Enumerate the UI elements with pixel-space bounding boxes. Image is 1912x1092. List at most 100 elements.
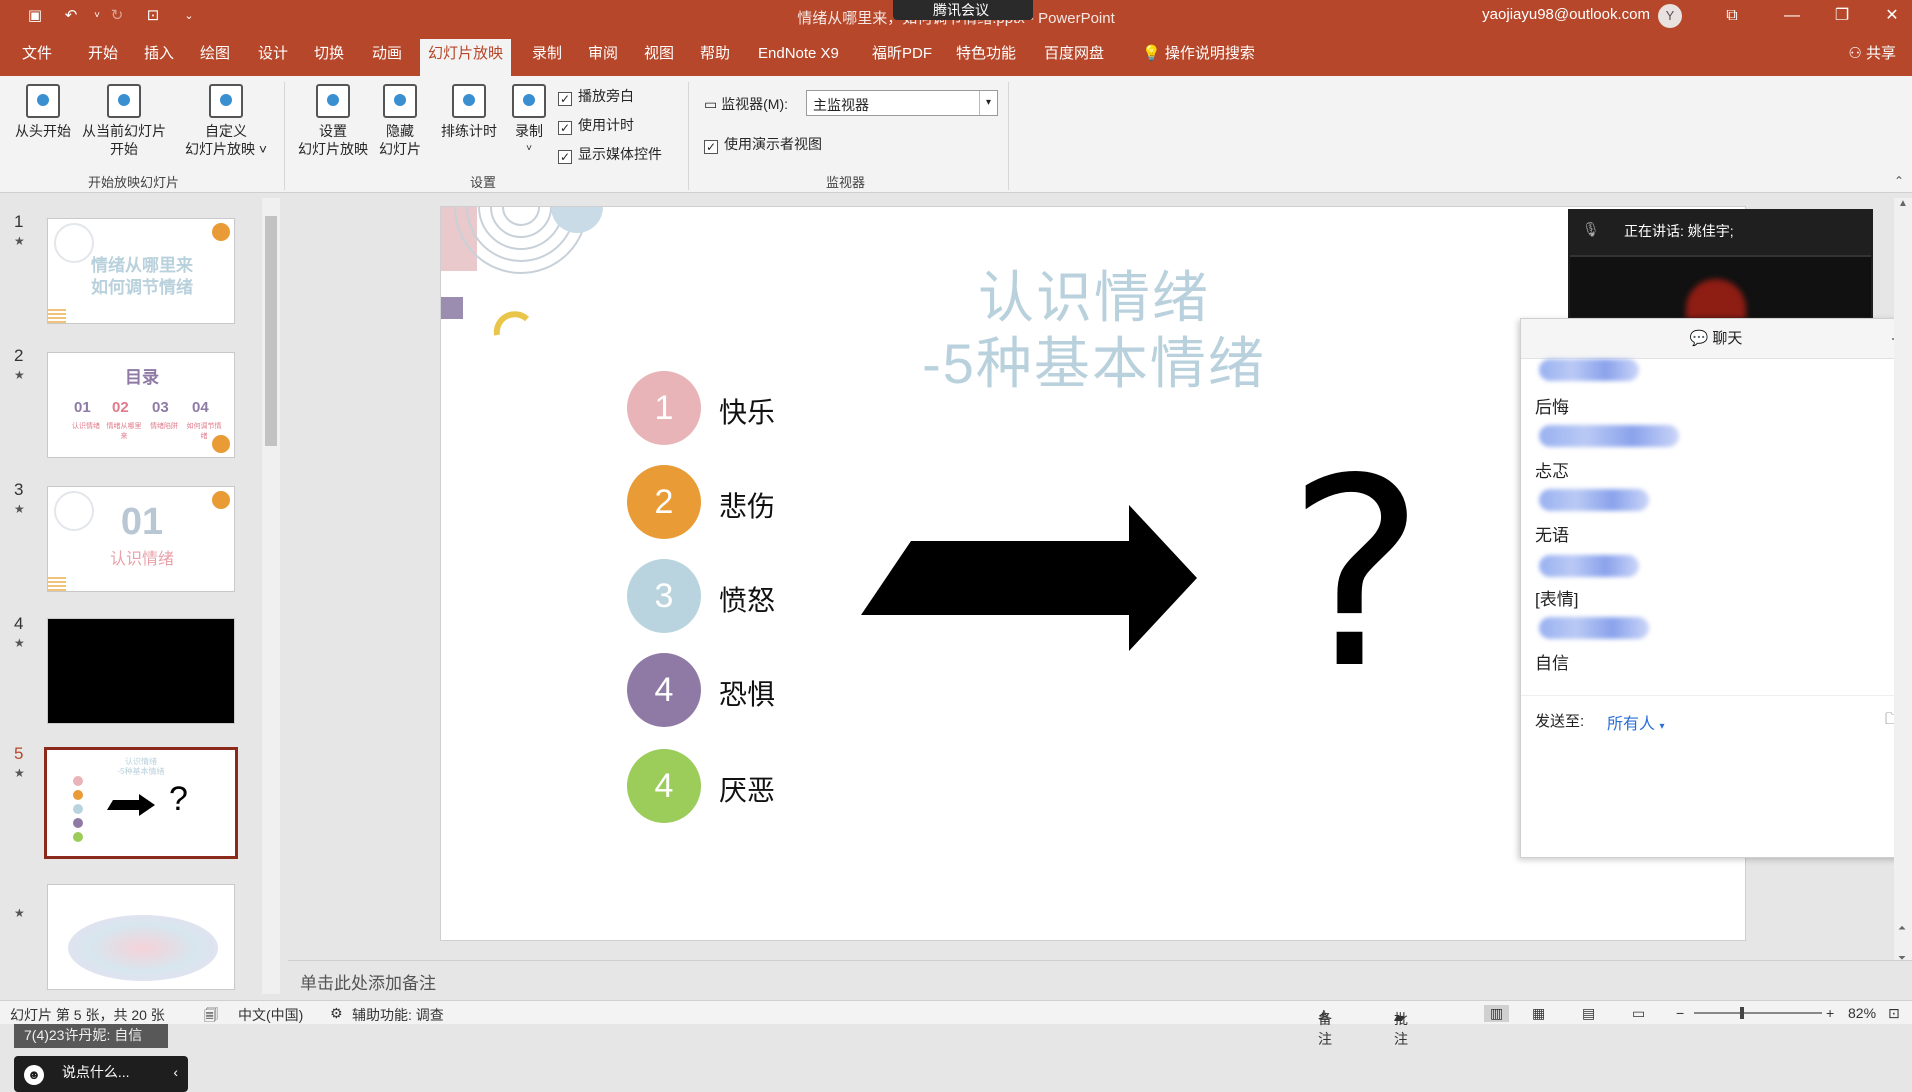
send-to-select[interactable]: 所有人 ▾ <box>1607 710 1665 734</box>
reading-view-icon[interactable]: ▤ <box>1582 1005 1595 1022</box>
slide-thumbnail-4[interactable] <box>47 618 235 724</box>
comment-input-placeholder[interactable]: 说点什么... <box>62 1064 130 1080</box>
thumbnail-scrollbar[interactable] <box>262 198 280 994</box>
tab-help[interactable]: 帮助 <box>692 40 738 68</box>
from-beginning-button[interactable]: 从头开始 <box>8 84 78 140</box>
main-scrollbar[interactable]: ▲ ⏶ ⏷ <box>1894 198 1912 994</box>
emotion-label[interactable]: 愤怒 <box>719 579 775 619</box>
record-dropdown-icon[interactable]: ˅ <box>506 140 552 158</box>
accessibility-status[interactable]: 辅助功能: 调查 <box>352 1005 444 1025</box>
slide-thumbnail-5[interactable]: 认识情绪 -5种基本情绪 ? <box>44 747 238 859</box>
scroll-up-icon[interactable]: ▲ <box>1898 198 1908 209</box>
custom-label-2: 幻灯片放映 ˅ <box>184 141 268 157</box>
chat-input[interactable] <box>1531 744 1903 844</box>
avatar[interactable]: Y <box>1658 4 1682 28</box>
check-icon: ✓ <box>558 150 572 164</box>
scrollbar-thumb[interactable] <box>265 216 277 446</box>
right-arrow-icon[interactable] <box>861 505 1201 651</box>
rehearse-timings-button[interactable]: 排练计时 <box>434 84 504 140</box>
show-media-controls-checkbox[interactable]: ✓ 显示媒体控件 <box>558 144 662 164</box>
check-icon: ✓ <box>558 92 572 106</box>
accessibility-icon[interactable]: ⚙ <box>330 1005 343 1022</box>
zoom-in-icon[interactable]: + <box>1826 1005 1834 1021</box>
notes-pane[interactable]: 单击此处添加备注 <box>288 960 1912 996</box>
prev-slide-icon[interactable]: ⏶ <box>1898 923 1906 934</box>
emoji-icon[interactable]: ☻ <box>24 1065 44 1085</box>
stopwatch-icon <box>452 84 486 118</box>
toc-num: 03 <box>152 399 169 416</box>
emotion-number[interactable]: 4 <box>627 653 701 727</box>
decor-stripes <box>48 577 66 591</box>
custom-slideshow-button[interactable]: 自定义 幻灯片放映 ˅ <box>178 84 274 158</box>
record-button[interactable]: 录制 ˅ <box>506 84 552 158</box>
question-mark[interactable]: ? <box>1287 445 1425 705</box>
user-email[interactable]: yaojiayu98@outlook.com <box>1482 6 1650 23</box>
tab-baidu-netdisk[interactable]: 百度网盘 <box>1036 40 1112 68</box>
slide-thumbnail-3[interactable]: 01 认识情绪 <box>47 486 235 592</box>
tab-insert[interactable]: 插入 <box>136 40 182 68</box>
check-icon: ✓ <box>558 121 572 135</box>
share-button[interactable]: ⚇ 共享 <box>1840 40 1904 68</box>
from-current-button[interactable]: 从当前幻灯片 开始 <box>76 84 172 158</box>
fit-slide-icon[interactable]: ⊡ <box>1888 1005 1900 1022</box>
zoom-slider-handle[interactable] <box>1740 1007 1744 1019</box>
slide-thumbnail-6[interactable] <box>47 884 235 990</box>
collapse-ribbon-icon[interactable]: ⌃ <box>1894 174 1904 188</box>
meeting-video-panel[interactable]: 🎙 正在讲话: 姚佳宇; <box>1568 209 1873 319</box>
collapse-arrow-icon[interactable]: ‹ <box>173 1064 178 1080</box>
thumb-number: 3 <box>14 480 24 499</box>
tab-review[interactable]: 审阅 <box>580 40 626 68</box>
emotion-number[interactable]: 1 <box>627 371 701 445</box>
tab-animations[interactable]: 动画 <box>364 40 410 68</box>
minimize-icon[interactable]: — <box>1772 2 1812 30</box>
tab-endnote[interactable]: EndNote X9 <box>750 40 847 68</box>
language-indicator[interactable]: 中文(中国) <box>238 1005 303 1025</box>
zoom-slider[interactable] <box>1694 1012 1822 1014</box>
lightbulb-icon: 💡 <box>1142 45 1161 62</box>
close-icon[interactable]: ✕ <box>1872 2 1912 30</box>
setup-label-1: 设置 <box>319 123 347 139</box>
tell-me-search[interactable]: 💡 操作说明搜索 <box>1134 40 1263 68</box>
hide-slide-button[interactable]: 隐藏 幻灯片 <box>376 84 424 158</box>
comments-label: 批注 <box>1394 1011 1408 1047</box>
tab-draw[interactable]: 绘图 <box>192 40 238 68</box>
slide-thumbnail-1[interactable]: 情绪从哪里来 如何调节情绪 <box>47 218 235 324</box>
monitor-select[interactable]: 主监视器 ▾ <box>806 90 998 116</box>
emotion-label[interactable]: 快乐 <box>719 391 775 431</box>
tab-home[interactable]: 开始 <box>80 40 126 68</box>
chevron-down-icon[interactable]: ▾ <box>979 91 997 115</box>
from-current-label-1: 从当前幻灯片 <box>82 123 166 139</box>
tencent-meeting-indicator[interactable]: 腾讯会议 <box>893 0 1033 20</box>
ribbon-display-icon[interactable]: ⧉ <box>1712 2 1752 30</box>
slideshow-view-icon[interactable]: ▭ <box>1632 1005 1645 1022</box>
tab-file[interactable]: 文件 <box>14 40 60 68</box>
restore-icon[interactable]: ❐ <box>1822 2 1862 30</box>
use-timings-checkbox[interactable]: ✓ 使用计时 <box>558 115 634 135</box>
play-narrations-checkbox[interactable]: ✓ 播放旁白 <box>558 86 634 106</box>
emotion-number[interactable]: 4 <box>627 749 701 823</box>
tab-features[interactable]: 特色功能 <box>948 40 1024 68</box>
setup-slideshow-button[interactable]: 设置 幻灯片放映 <box>292 84 374 158</box>
emotion-label[interactable]: 厌恶 <box>719 769 775 809</box>
comment-input-bubble[interactable]: ☻ 说点什么... ‹ <box>14 1056 188 1092</box>
tab-record[interactable]: 录制 <box>524 40 570 68</box>
slide-thumbnail-2[interactable]: 目录 01 02 03 04 认识情绪 情绪从哪里来 情绪陷阱 如何调节情绪 <box>47 352 235 458</box>
zoom-level[interactable]: 82% <box>1848 1005 1876 1021</box>
emotion-label[interactable]: 恐惧 <box>719 673 775 713</box>
slide-sorter-icon[interactable]: ▦ <box>1532 1005 1545 1022</box>
spellcheck-icon[interactable]: 🗐 <box>204 1005 218 1029</box>
normal-view-icon[interactable]: ▥ <box>1484 1005 1510 1022</box>
tab-view[interactable]: 视图 <box>636 40 682 68</box>
zoom-out-icon[interactable]: − <box>1676 1005 1684 1021</box>
tab-slideshow[interactable]: 幻灯片放映 <box>420 39 512 76</box>
tab-transitions[interactable]: 切换 <box>306 40 352 68</box>
emotion-number[interactable]: 2 <box>627 465 701 539</box>
media-label: 显示媒体控件 <box>578 146 662 162</box>
chat-panel: 💬 聊天— 后悔 忐忑 无语 [表情] 自信 发送至: 所有人 ▾ 🗀 <box>1520 318 1912 858</box>
emotion-label[interactable]: 悲伤 <box>719 485 775 525</box>
presenter-view-checkbox[interactable]: ✓ 使用演示者视图 <box>704 134 822 154</box>
notes-placeholder[interactable]: 单击此处添加备注 <box>300 974 436 993</box>
emotion-number[interactable]: 3 <box>627 559 701 633</box>
tab-foxit-pdf[interactable]: 福昕PDF <box>864 40 940 68</box>
tab-design[interactable]: 设计 <box>250 40 296 68</box>
